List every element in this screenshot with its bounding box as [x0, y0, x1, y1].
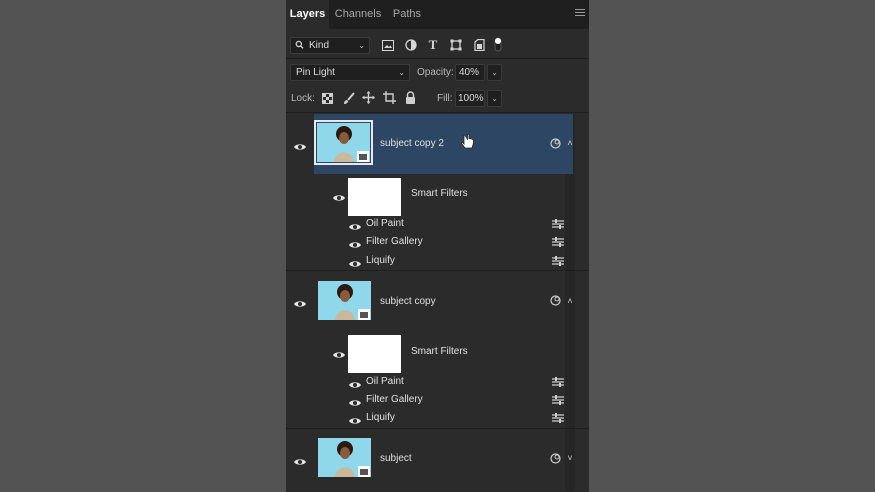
- layers-panel: Layers Channels Paths Kind ⌄ T Pin Light…: [286, 0, 589, 492]
- lock-all-icon[interactable]: [405, 91, 416, 104]
- tab-channels[interactable]: Channels: [333, 0, 383, 29]
- filter-item[interactable]: Liquify: [366, 255, 395, 266]
- blending-options-icon[interactable]: [552, 395, 564, 405]
- divider: [286, 58, 589, 59]
- shape-filter-icon[interactable]: [450, 39, 462, 51]
- filter-item[interactable]: Oil Paint: [366, 218, 404, 229]
- layer-name[interactable]: subject: [380, 453, 412, 464]
- adjustment-filter-icon[interactable]: [405, 39, 417, 51]
- blend-mode-value: Pin Light: [296, 67, 335, 78]
- visibility-eye-icon[interactable]: [332, 190, 346, 201]
- tab-layers[interactable]: Layers: [286, 0, 329, 29]
- visibility-eye-icon[interactable]: [348, 377, 362, 388]
- blending-options-icon[interactable]: [552, 413, 564, 423]
- image-filter-icon[interactable]: [382, 39, 394, 51]
- cursor-pointer-icon: [461, 134, 475, 150]
- lock-artboard-icon[interactable]: [383, 91, 396, 104]
- blending-options-icon[interactable]: [552, 219, 564, 229]
- fill-label: Fill:: [437, 93, 453, 104]
- blend-mode-select[interactable]: Pin Light ⌄: [290, 64, 410, 81]
- visibility-eye-icon[interactable]: [293, 296, 307, 307]
- chevron-down-icon: ⌄: [491, 94, 498, 103]
- panel-tab-bar: Layers Channels Paths: [286, 0, 589, 29]
- blending-options-icon[interactable]: [552, 237, 564, 247]
- smart-filter-mask-thumbnail[interactable]: [348, 335, 401, 373]
- visibility-eye-icon[interactable]: [348, 413, 362, 424]
- divider: [286, 428, 589, 429]
- smart-filter-link-icon[interactable]: [550, 295, 561, 306]
- collapse-chevron-icon[interactable]: ˄: [565, 138, 575, 148]
- smart-filters-label[interactable]: Smart Filters: [411, 188, 468, 199]
- filter-item[interactable]: Filter Gallery: [366, 394, 423, 405]
- lock-transparent-icon[interactable]: [321, 92, 333, 104]
- lock-paint-icon[interactable]: [343, 92, 355, 105]
- chevron-down-icon: ⌄: [491, 68, 498, 77]
- visibility-eye-icon[interactable]: [348, 256, 362, 267]
- panel-menu-icon[interactable]: [575, 9, 585, 19]
- blending-options-icon[interactable]: [552, 377, 564, 387]
- visibility-eye-icon[interactable]: [348, 237, 362, 248]
- opacity-label: Opacity:: [417, 67, 454, 78]
- filter-toggle-icon[interactable]: [494, 36, 502, 52]
- expand-chevron-icon[interactable]: ˅: [565, 453, 575, 463]
- search-icon: [295, 38, 304, 57]
- filter-item[interactable]: Liquify: [366, 412, 395, 423]
- visibility-eye-icon[interactable]: [293, 454, 307, 465]
- divider: [286, 270, 589, 271]
- lock-label: Lock:: [291, 93, 315, 104]
- chevron-down-icon: ⌄: [358, 41, 365, 50]
- smart-object-filter-icon[interactable]: [473, 39, 485, 51]
- layer-name[interactable]: subject copy 2: [380, 138, 444, 149]
- smart-filter-link-icon[interactable]: [550, 453, 561, 464]
- smart-filter-mask-thumbnail[interactable]: [348, 178, 401, 216]
- chevron-down-icon: ⌄: [398, 68, 405, 77]
- filter-item[interactable]: Filter Gallery: [366, 236, 423, 247]
- smart-filter-link-icon[interactable]: [550, 138, 561, 149]
- visibility-eye-icon[interactable]: [293, 139, 307, 150]
- opacity-field[interactable]: 40%: [455, 64, 485, 81]
- filter-kind-select[interactable]: Kind ⌄: [290, 37, 370, 54]
- filter-item[interactable]: Oil Paint: [366, 376, 404, 387]
- lock-position-icon[interactable]: [362, 91, 375, 104]
- tab-paths[interactable]: Paths: [389, 0, 425, 29]
- visibility-eye-icon[interactable]: [348, 219, 362, 230]
- opacity-dropdown[interactable]: ⌄: [487, 64, 502, 81]
- layer-thumbnail[interactable]: [318, 438, 371, 477]
- divider: [286, 112, 589, 113]
- fill-field[interactable]: 100%: [455, 90, 485, 107]
- collapse-chevron-icon[interactable]: ˄: [565, 296, 575, 306]
- layer-thumbnail[interactable]: [318, 281, 371, 320]
- layer-name[interactable]: subject copy: [380, 296, 436, 307]
- visibility-eye-icon[interactable]: [332, 347, 346, 358]
- visibility-eye-icon[interactable]: [348, 395, 362, 406]
- layer-thumbnail[interactable]: [314, 120, 373, 165]
- smart-filters-label[interactable]: Smart Filters: [411, 346, 468, 357]
- fill-dropdown[interactable]: ⌄: [487, 90, 502, 107]
- blending-options-icon[interactable]: [552, 256, 564, 266]
- type-filter-icon[interactable]: T: [427, 37, 439, 52]
